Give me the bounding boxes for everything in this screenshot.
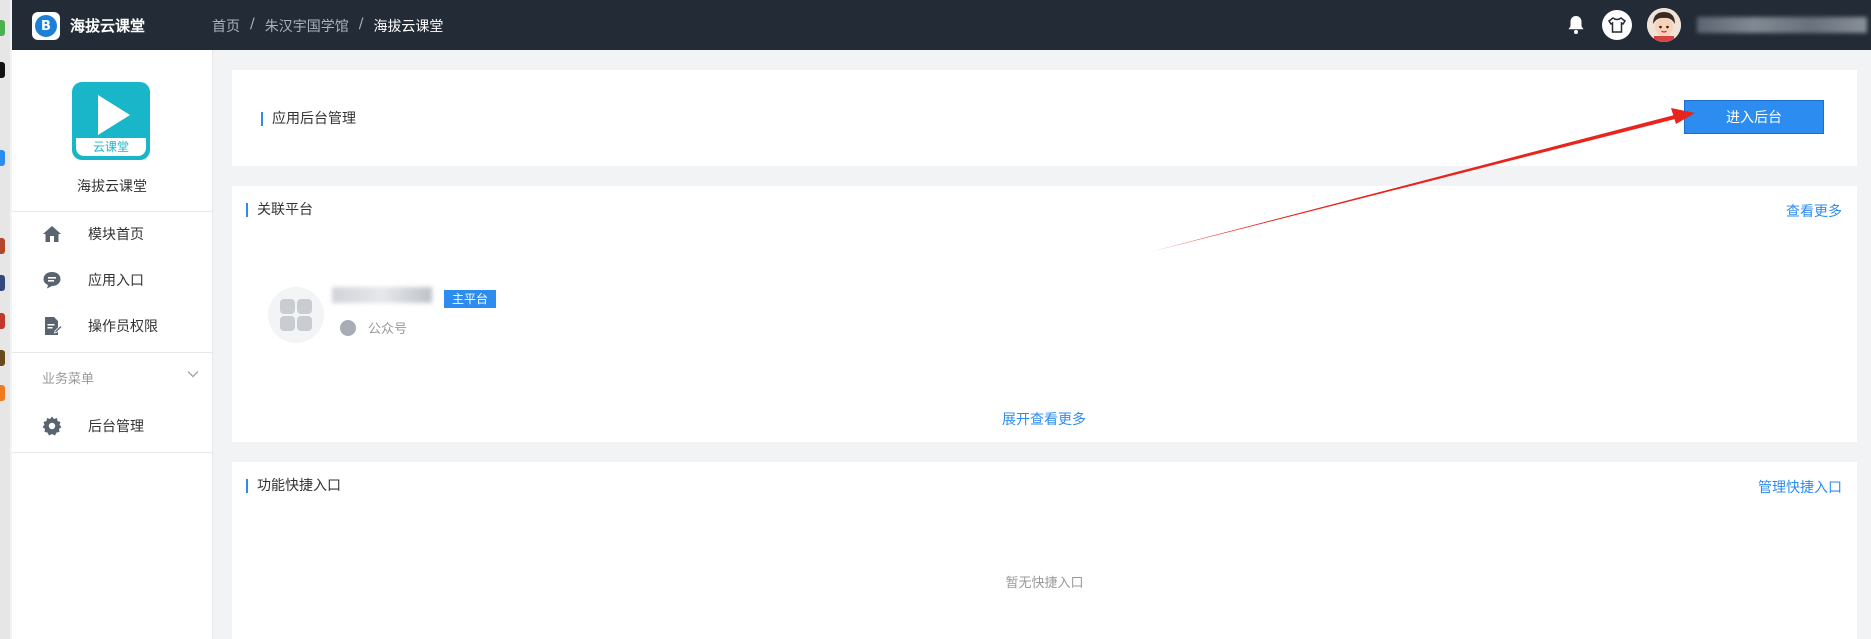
platform-name-redacted[interactable] (332, 287, 432, 303)
breadcrumb-separator: / (358, 16, 364, 32)
platform-avatar[interactable] (268, 287, 324, 343)
shortcut-entries-title: 功能快捷入口 (246, 479, 341, 493)
sidebar-item-module-home[interactable]: 模块首页 (12, 214, 212, 254)
breadcrumb-school[interactable]: 朱汉宇国学馆 (265, 16, 349, 36)
breadcrumb-separator: / (250, 16, 255, 32)
dock-app-icon[interactable] (0, 350, 5, 366)
home-icon (43, 226, 61, 242)
sidebar-item-app-entry[interactable]: 应用入口 (12, 260, 212, 300)
enter-backend-button[interactable]: 进入后台 (1684, 100, 1824, 134)
gear-icon (42, 416, 62, 436)
dock-app-icon[interactable] (0, 385, 5, 401)
dock-app-icon[interactable] (0, 238, 5, 254)
dock-app-icon[interactable] (0, 275, 5, 291)
theme-shirt-button[interactable] (1602, 10, 1632, 40)
shirt-icon (1608, 17, 1626, 33)
username-redacted[interactable] (1697, 17, 1867, 33)
chat-icon (43, 272, 61, 289)
divider (12, 352, 212, 353)
document-edit-icon (45, 317, 62, 335)
breadcrumb-current: 海拔云课堂 (373, 19, 444, 35)
dock-app-icon[interactable] (0, 20, 5, 36)
bell-icon[interactable] (1567, 15, 1585, 35)
dock-app-icon[interactable] (0, 62, 5, 78)
sidebar-item-label: 应用入口 (88, 273, 144, 289)
linked-platforms-card (232, 186, 1857, 442)
play-icon (98, 95, 130, 135)
platform-type-label: 公众号 (368, 322, 408, 337)
wechat-icon (340, 320, 356, 336)
user-avatar[interactable] (1647, 8, 1681, 42)
expand-more-link[interactable]: 展开查看更多 (1002, 409, 1086, 429)
breadcrumb-home[interactable]: 首页 (212, 16, 240, 36)
manage-shortcuts-link[interactable]: 管理快捷入口 (1758, 477, 1842, 497)
business-menu-title[interactable]: 业务菜单 (42, 368, 94, 387)
app-cover-label: 云课堂 (76, 138, 146, 156)
main-platform-badge: 主平台 (444, 290, 497, 308)
sidebar-item-label: 模块首页 (88, 227, 144, 243)
desktop-edge-strip (0, 0, 10, 639)
chevron-down-icon[interactable] (187, 368, 199, 380)
app-cover-logo: 云课堂 (72, 82, 150, 160)
dock-app-icon[interactable] (0, 150, 5, 166)
dock-app-icon[interactable] (0, 313, 5, 329)
sidebar-app-title: 海拔云课堂 (77, 179, 147, 195)
sidebar-item-label: 操作员权限 (88, 319, 158, 335)
avatar-face-icon (1647, 8, 1681, 42)
app-name[interactable]: 海拔云课堂 (70, 15, 145, 36)
sidebar: 云课堂 海拔云课堂 模块首页 应用入口 操作员权限 业务菜单 后台管理 (12, 50, 213, 639)
view-more-link[interactable]: 查看更多 (1786, 201, 1842, 221)
divider (12, 211, 212, 212)
shortcut-entries-card (232, 462, 1857, 639)
sidebar-item-backend-management[interactable]: 后台管理 (12, 406, 212, 446)
sidebar-item-operator-permissions[interactable]: 操作员权限 (12, 306, 212, 346)
sidebar-item-label: 后台管理 (88, 419, 144, 435)
divider (12, 452, 212, 453)
app-logo-icon[interactable]: B (32, 12, 60, 40)
admin-management-title: 应用后台管理 (261, 112, 356, 126)
breadcrumb: 首页 / 朱汉宇国学馆 / 海拔云课堂 (212, 16, 443, 36)
linked-platforms-title: 关联平台 (246, 203, 313, 217)
admin-management-card (232, 70, 1857, 166)
top-navigation-bar: B 海拔云课堂 首页 / 朱汉宇国学馆 / 海拔云课堂 (12, 0, 1871, 50)
